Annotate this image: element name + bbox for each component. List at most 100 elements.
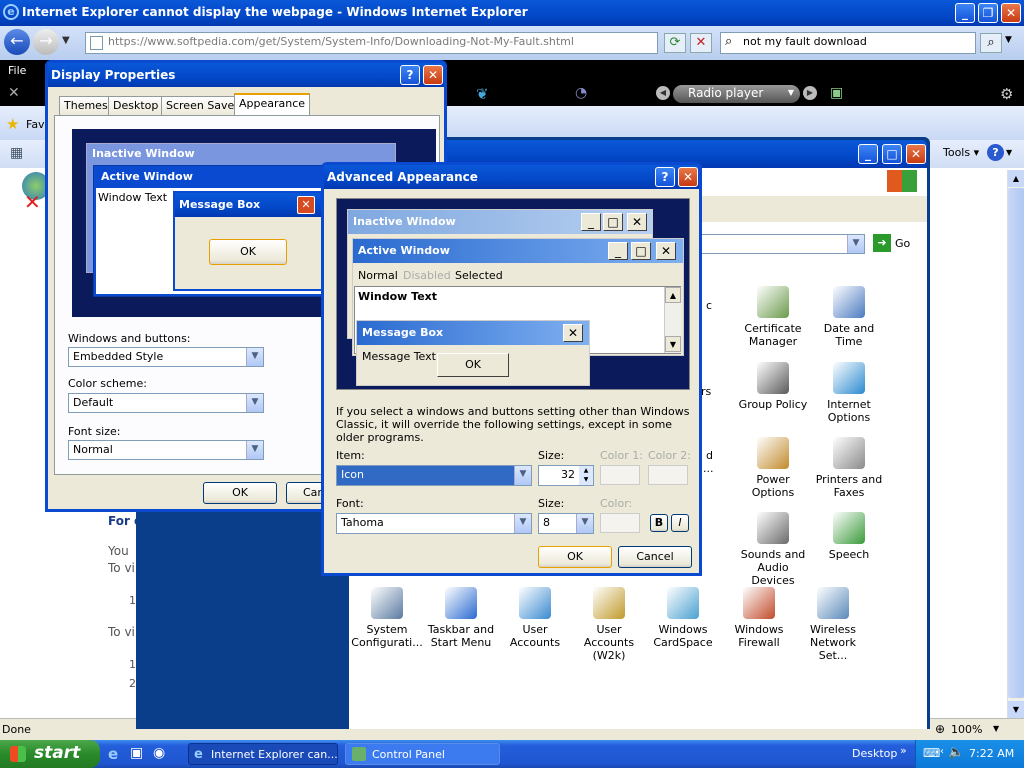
zoom-icon[interactable]: ⊕ [935, 722, 945, 736]
dp-tab-appearance[interactable]: Appearance [234, 93, 311, 116]
cp-item-power[interactable]: Power Options [735, 437, 811, 499]
cp-partial-label: rs [701, 385, 712, 398]
cp-item-clock[interactable]: Date and Time [811, 286, 887, 348]
scroll-thumb[interactable] [1008, 188, 1024, 698]
zoom-level[interactable]: 100% [951, 723, 982, 736]
windows-buttons-select[interactable]: Embedded Style ▼ [68, 347, 264, 367]
desktop-toolbar-label[interactable]: Desktop [852, 747, 897, 760]
cp-minimize-button[interactable]: _ [858, 144, 878, 164]
feather-icon[interactable]: ❦ [476, 85, 489, 103]
start-button[interactable]: start [0, 740, 100, 768]
cp-item-user-accounts[interactable]: User Accounts [497, 587, 573, 649]
cp-item-wireless[interactable]: Wireless Network Set... [795, 587, 871, 662]
cp-close-button[interactable]: ✕ [906, 144, 926, 164]
toolbar-chevron-icon[interactable]: » [900, 744, 907, 757]
cp-item-users[interactable]: Group Policy [735, 362, 811, 411]
cp-go-button[interactable]: ➜ Go [873, 234, 923, 254]
quicklaunch-explorer-icon[interactable]: ▣ [130, 745, 143, 761]
cp-item-speaker[interactable]: Sounds and Audio Devices [735, 512, 811, 587]
cp-item-printer[interactable]: Printers and Faxes [811, 437, 887, 499]
tray-keyboard-icon[interactable]: ⌨ [923, 746, 940, 760]
aa-bold-button[interactable]: B [650, 514, 668, 532]
back-button[interactable]: ← [4, 29, 30, 55]
search-options-icon[interactable]: ▼ [1005, 35, 1012, 45]
satellite-icon[interactable]: ◔ [575, 85, 587, 101]
cp-item-label: Printers and Faxes [815, 473, 883, 499]
aa-close-button[interactable]: ✕ [678, 167, 698, 187]
aa-font-size-select[interactable]: 8 ▼ [538, 513, 594, 534]
quick-tabs-icon[interactable]: ▦ [10, 145, 23, 161]
dp-help-button[interactable]: ? [400, 65, 420, 85]
aa-inactive-min-icon: _ [581, 213, 601, 231]
aa-inactive-close-icon: ✕ [627, 213, 647, 231]
help-icon[interactable]: ? [987, 144, 1004, 161]
aa-color2-button [648, 465, 688, 485]
cp-item-firewall[interactable]: Windows Firewall [721, 587, 797, 649]
dp-tab-themes[interactable]: Themes [59, 96, 113, 115]
aa-preview-ok: OK [437, 353, 509, 377]
radio-next-icon[interactable]: ▶ [803, 86, 817, 100]
cp-item-taskbar[interactable]: Taskbar and Start Menu [423, 587, 499, 649]
zoom-dropdown-icon[interactable]: ▼ [993, 724, 999, 733]
aa-menu-disabled: Disabled [403, 269, 451, 282]
quicklaunch-ie-icon[interactable]: e [108, 745, 118, 763]
cp-item-label: Speech [828, 548, 870, 561]
cp-item-system-config[interactable]: System Configurati... [349, 587, 425, 649]
toolbar-app-icon[interactable]: ▣ [830, 85, 843, 101]
tray-speaker-icon[interactable]: 🔈 [948, 745, 964, 760]
address-field[interactable]: https://www.softpedia.com/get/System/Sys… [85, 32, 658, 54]
toolbar-close-icon[interactable]: ✕ [8, 85, 20, 101]
refresh-button[interactable]: ⟳ [664, 33, 686, 53]
color-scheme-select[interactable]: Default ▼ [68, 393, 264, 413]
aa-cancel-button[interactable]: Cancel [618, 546, 692, 568]
aa-size-spinner[interactable]: 32 ▲ ▼ [538, 465, 594, 486]
cp-item-globe[interactable]: Internet Options [811, 362, 887, 424]
history-dropdown-icon[interactable]: ▼ [62, 35, 70, 46]
dp-tab-desktop[interactable]: Desktop [108, 96, 164, 115]
stop-button[interactable]: ✕ [690, 33, 712, 53]
aa-italic-button[interactable]: I [671, 514, 689, 532]
radio-player-select[interactable]: Radio player ▼ [673, 85, 800, 103]
windows-flag-icon [10, 746, 26, 762]
aa-help-button[interactable]: ? [655, 167, 675, 187]
search-field[interactable]: ⌕ not my fault download [720, 32, 976, 54]
menu-file[interactable]: File [8, 64, 26, 77]
cp-maximize-button[interactable]: □ [882, 144, 902, 164]
aa-size-spin-icon[interactable]: ▲ ▼ [579, 466, 593, 485]
aa-item-select[interactable]: Icon ▼ [336, 465, 532, 486]
cp-item-speech[interactable]: Speech [811, 512, 887, 561]
page-num-3: 2 [129, 677, 136, 690]
scroll-up-button[interactable]: ▲ [1008, 170, 1024, 187]
cp-item-cardspace[interactable]: Windows CardSpace [645, 587, 721, 649]
tray-chevron-icon[interactable]: ‹ [940, 746, 944, 757]
cp-address-dropdown-arrow: ▼ [847, 235, 864, 253]
page-num-2: 1 [129, 658, 136, 671]
favorites-label[interactable]: Fav [26, 118, 45, 131]
quicklaunch-media-icon[interactable]: ◉ [153, 745, 165, 761]
task-ie[interactable]: e Internet Explorer can... [188, 743, 338, 765]
aa-ok-button[interactable]: OK [538, 546, 612, 568]
task-control-panel[interactable]: Control Panel [345, 743, 500, 765]
cp-item-user-accounts-w2k[interactable]: User Accounts (W2k) [571, 587, 647, 662]
speaker-icon [757, 512, 789, 544]
minimize-button[interactable]: _ [955, 3, 975, 23]
dp-tab-screen-saver[interactable]: Screen Saver [161, 96, 244, 115]
scroll-down-button[interactable]: ▼ [1008, 701, 1024, 718]
aa-font-select[interactable]: Tahoma ▼ [336, 513, 532, 534]
ie-title: Internet Explorer cannot display the web… [22, 5, 528, 19]
close-button[interactable]: ✕ [1001, 3, 1021, 23]
search-button[interactable]: ⌕ [980, 33, 1002, 53]
favorites-star-icon[interactable]: ★ [6, 115, 19, 133]
ie-scrollbar[interactable]: ▲ ▼ [1007, 170, 1024, 718]
radio-prev-icon[interactable]: ◀ [656, 86, 670, 100]
help-dropdown-icon[interactable]: ▼ [1006, 148, 1012, 157]
dp-ok-button[interactable]: OK [203, 482, 277, 504]
forward-button[interactable]: → [33, 29, 59, 55]
tools-menu[interactable]: Tools ▾ [943, 146, 979, 159]
restore-button[interactable]: ❐ [978, 3, 998, 23]
font-size-select[interactable]: Normal ▼ [68, 440, 264, 460]
toolbar-settings-icon[interactable]: ⚙ [1000, 85, 1013, 103]
cp-item-certificate[interactable]: Certificate Manager [735, 286, 811, 348]
dp-close-button[interactable]: ✕ [423, 65, 443, 85]
globe-icon [833, 362, 865, 394]
